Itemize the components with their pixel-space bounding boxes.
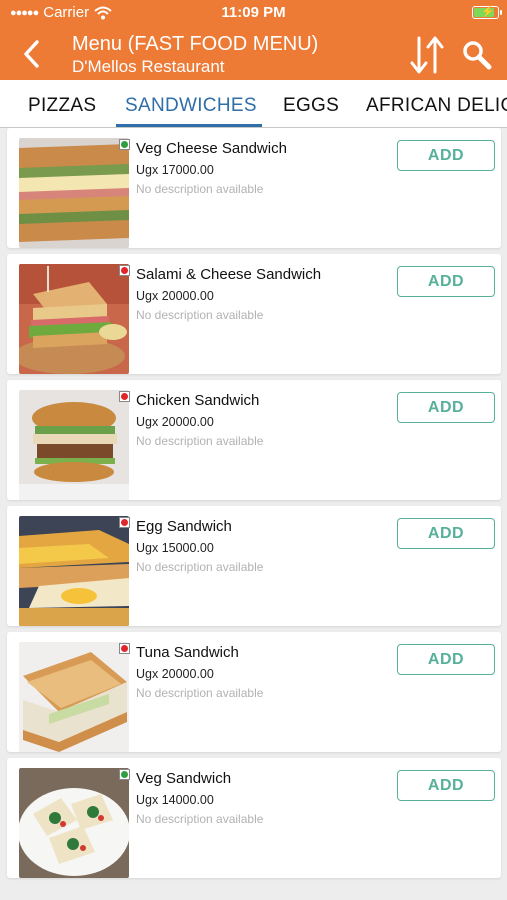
status-bar: ●●●●● Carrier 11:09 PM ⚡ [0, 0, 507, 26]
header-titles: Menu (FAST FOOD MENU) D'Mellos Restauran… [72, 33, 318, 77]
add-button[interactable]: ADD [397, 770, 495, 801]
tab-african-delights[interactable]: AFRICAN DELIGHTS [366, 95, 507, 117]
item-image [19, 768, 129, 878]
item-name: Salami & Cheese Sandwich [136, 266, 322, 283]
page-title: Menu (FAST FOOD MENU) [72, 33, 319, 55]
item-name: Egg Sandwich [136, 518, 232, 535]
tab-pizzas[interactable]: PIZZAS [28, 95, 96, 117]
app-header: ●●●●● Carrier 11:09 PM ⚡ Menu (FAST FOOD… [0, 0, 507, 80]
add-button[interactable]: ADD [397, 392, 495, 423]
item-image [19, 516, 129, 626]
item-price: Ugx 20000.00 [136, 289, 214, 303]
item-price: Ugx 15000.00 [136, 541, 214, 555]
chevron-left-icon [24, 40, 39, 68]
category-tabs: PIZZAS SANDWICHES EGGS AFRICAN DELIGHTS [0, 80, 507, 128]
item-description: No description available [136, 434, 264, 448]
menu-item: Chicken Sandwich Ugx 20000.00 No descrip… [7, 380, 501, 500]
item-price: Ugx 14000.00 [136, 793, 214, 807]
menu-item: Tuna Sandwich Ugx 20000.00 No descriptio… [7, 632, 501, 752]
item-image [19, 264, 129, 374]
active-tab-indicator [116, 124, 262, 127]
veg-indicator-icon [119, 139, 130, 150]
item-description: No description available [136, 182, 264, 196]
menu-item: Veg Sandwich Ugx 14000.00 No description… [7, 758, 501, 878]
status-time: 11:09 PM [221, 4, 286, 21]
back-button[interactable] [14, 36, 48, 72]
search-icon [463, 41, 492, 70]
sort-icon [410, 36, 444, 74]
add-button[interactable]: ADD [397, 518, 495, 549]
tab-eggs[interactable]: EGGS [283, 95, 339, 117]
menu-item: Salami & Cheese Sandwich Ugx 20000.00 No… [7, 254, 501, 374]
search-button[interactable] [458, 36, 496, 74]
sort-button[interactable] [407, 34, 447, 76]
add-button[interactable]: ADD [397, 266, 495, 297]
non-veg-indicator-icon [119, 517, 130, 528]
item-image [19, 138, 129, 248]
battery-icon: ⚡ [472, 6, 502, 19]
item-description: No description available [136, 308, 264, 322]
item-name: Veg Cheese Sandwich [136, 140, 287, 157]
menu-item-list[interactable]: Veg Cheese Sandwich Ugx 17000.00 No desc… [0, 128, 507, 900]
item-image [19, 642, 129, 752]
veg-indicator-icon [119, 769, 130, 780]
item-description: No description available [136, 560, 264, 574]
add-button[interactable]: ADD [397, 644, 495, 675]
item-price: Ugx 20000.00 [136, 415, 214, 429]
non-veg-indicator-icon [119, 391, 130, 402]
add-button[interactable]: ADD [397, 140, 495, 171]
item-description: No description available [136, 686, 264, 700]
tab-sandwiches[interactable]: SANDWICHES [125, 95, 257, 117]
item-name: Veg Sandwich [136, 770, 232, 787]
menu-item: Veg Cheese Sandwich Ugx 17000.00 No desc… [7, 128, 501, 248]
item-image [19, 390, 129, 500]
item-description: No description available [136, 812, 264, 826]
item-price: Ugx 17000.00 [136, 163, 214, 177]
menu-item: Egg Sandwich Ugx 15000.00 No description… [7, 506, 501, 626]
restaurant-name: D'Mellos Restaurant [72, 57, 225, 76]
item-name: Chicken Sandwich [136, 392, 260, 409]
non-veg-indicator-icon [119, 643, 130, 654]
item-name: Tuna Sandwich [136, 644, 239, 661]
non-veg-indicator-icon [119, 265, 130, 276]
item-price: Ugx 20000.00 [136, 667, 214, 681]
